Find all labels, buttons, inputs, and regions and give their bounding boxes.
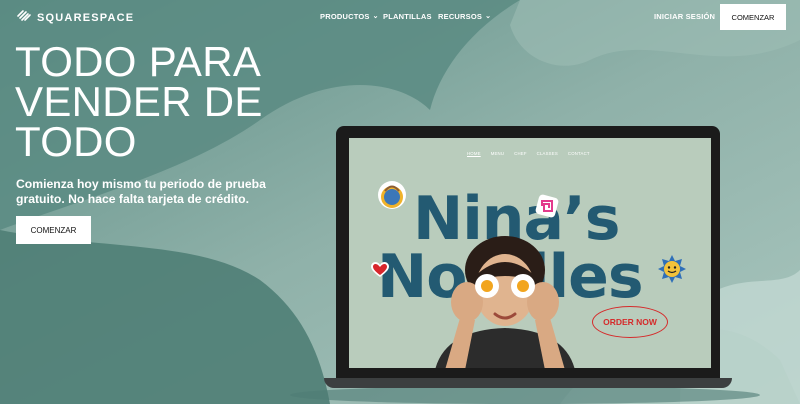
brand-name: SQUARESPACE: [37, 12, 135, 24]
person-holding-eggs-image: [435, 236, 575, 368]
brand-logo[interactable]: SQUARESPACE: [16, 9, 134, 27]
nav-plantillas-label: PLANTILLAS: [383, 12, 432, 21]
chevron-down-icon: ⌄: [372, 13, 379, 20]
laptop-shadow: [290, 386, 760, 404]
top-navigation: SQUARESPACE PRODUCTOS ⌄ PLANTILLAS RECUR…: [0, 0, 800, 32]
login-link[interactable]: INICIAR SESIÓN: [654, 12, 715, 21]
nav-plantillas[interactable]: PLANTILLAS: [383, 12, 432, 21]
hero-title-line: TODO PARA: [15, 38, 262, 85]
noodle-bowl-icon: [378, 181, 406, 209]
face-badge-icon: [658, 255, 686, 283]
chevron-down-icon: ⌄: [485, 13, 492, 20]
nav-recursos[interactable]: RECURSOS ⌄: [438, 12, 491, 21]
preview-nav-home[interactable]: HOME: [467, 151, 481, 156]
preview-nav-menu[interactable]: MENU: [491, 151, 504, 156]
preview-nav-classes[interactable]: CLASSES: [537, 151, 558, 156]
spiral-icon: [535, 194, 559, 218]
get-started-button[interactable]: COMENZAR: [720, 4, 786, 30]
hero-title-line: VENDER DE: [15, 78, 263, 125]
preview-nav-chef[interactable]: CHEF: [514, 151, 527, 156]
nav-recursos-label: RECURSOS: [438, 12, 483, 21]
nav-productos[interactable]: PRODUCTOS ⌄: [320, 12, 379, 21]
website-preview-screen: HOME MENU CHEF CLASSES CONTACT Nina’s No…: [349, 138, 711, 368]
hero-subtitle: Comienza hoy mismo tu periodo de prueba …: [16, 177, 266, 206]
hero-title: TODO PARA VENDER DE TODO: [15, 38, 345, 165]
hero-get-started-button[interactable]: COMENZAR: [16, 216, 91, 244]
hero-title-line: TODO: [15, 118, 137, 165]
heart-icon: [371, 262, 389, 277]
nav-productos-label: PRODUCTOS: [320, 12, 370, 21]
squarespace-logo-icon: [16, 9, 32, 27]
order-now-button[interactable]: ORDER NOW: [592, 306, 668, 338]
laptop-base: [324, 378, 732, 388]
preview-nav-contact[interactable]: CONTACT: [568, 151, 590, 156]
preview-navigation: HOME MENU CHEF CLASSES CONTACT: [467, 151, 590, 156]
